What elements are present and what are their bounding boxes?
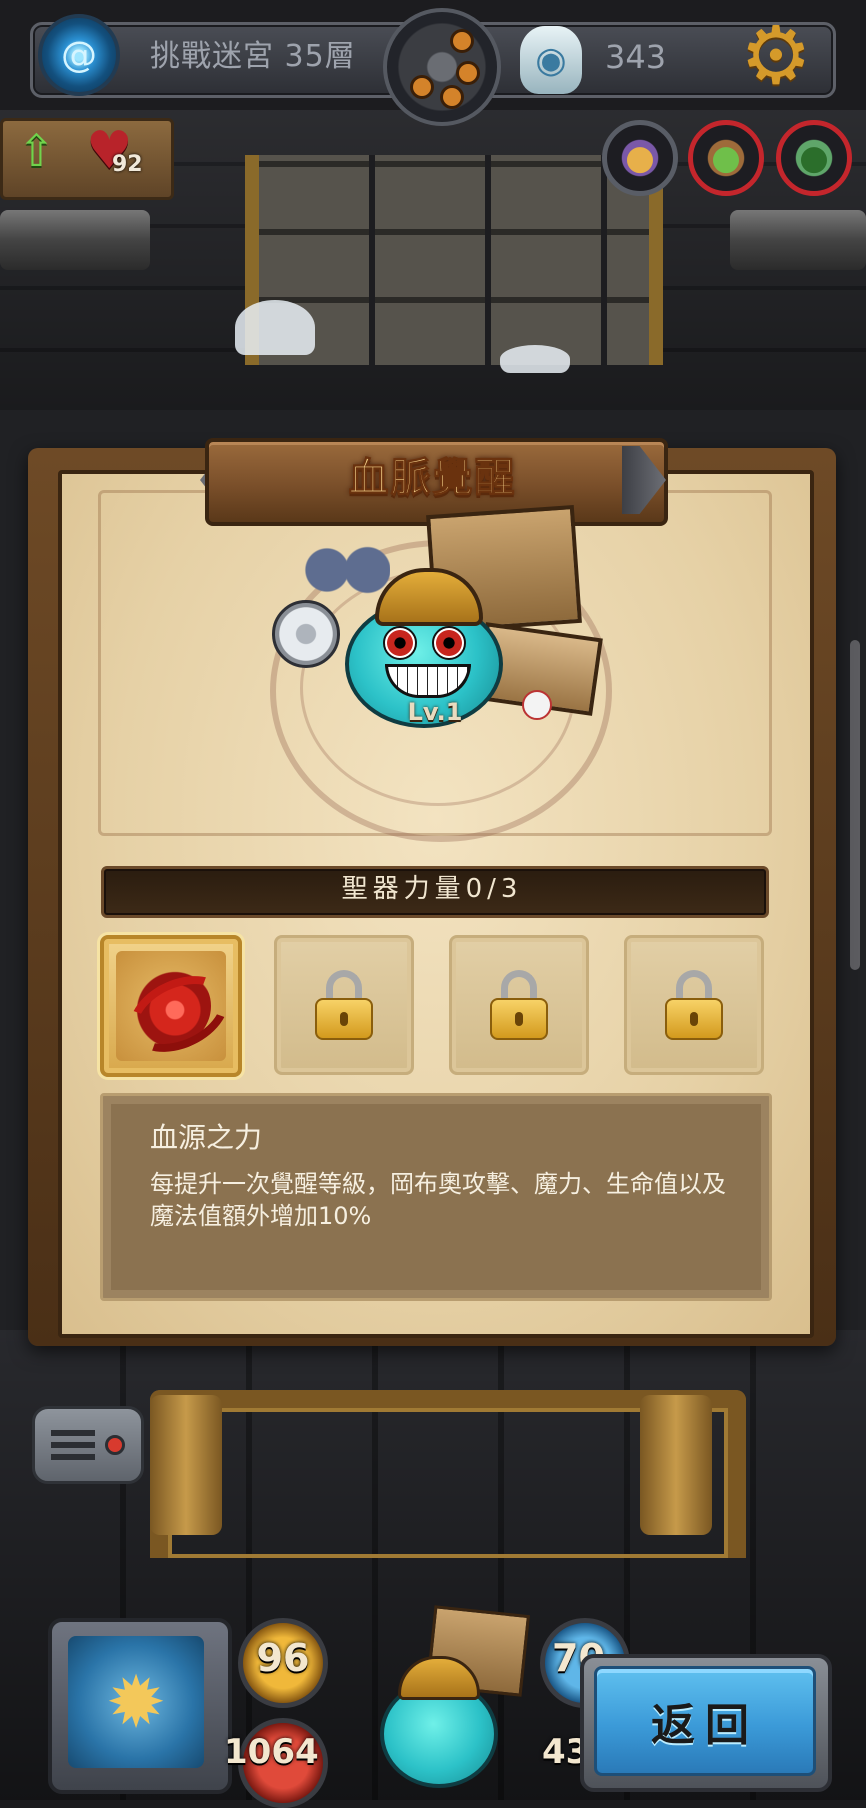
currency-count: 343 [605, 38, 667, 76]
monster-orb-1[interactable]: ● [602, 120, 678, 196]
menu-button[interactable] [32, 1406, 144, 1484]
medallion-icon[interactable] [383, 8, 501, 126]
relic-slot-4[interactable] [624, 935, 764, 1075]
blood-swirl-icon [131, 966, 211, 1046]
notification-dot [105, 1435, 125, 1455]
description-title: 血源之力 [150, 1121, 263, 1154]
settings-gear-icon[interactable]: ⚙ [732, 12, 820, 100]
hero-bike [300, 540, 390, 600]
up-arrow-icon: ⇧ [18, 126, 55, 177]
relic-slot-1[interactable] [100, 935, 242, 1077]
hero-level-label: Lv.1 [407, 698, 463, 726]
hero-eye [432, 626, 466, 660]
back-button[interactable]: 返回 [594, 1666, 816, 1776]
menu-lines-icon [51, 1430, 95, 1460]
scroll-indicator [850, 640, 860, 970]
compass-icon[interactable]: ✹ [68, 1636, 204, 1768]
floor-title: 挑戰迷宮 35層 [150, 39, 356, 74]
pipe-right [730, 210, 866, 270]
panel-title: 血脈覺醒 [348, 455, 517, 502]
attack-value: 96 [256, 1636, 310, 1680]
hero-eye [383, 626, 417, 660]
lock-icon [490, 970, 548, 1040]
monster-orb-2[interactable]: ● [688, 120, 764, 196]
relic-power-label: 聖器力量0/3 [341, 874, 523, 904]
hero-tape-roll [272, 600, 340, 668]
portal-icon[interactable]: @ [38, 14, 120, 96]
snow-pile [500, 345, 570, 373]
monster-orb-3[interactable]: ● [776, 120, 852, 196]
description-text: 每提升一次覺醒等級，岡布奧攻擊、魔力、生命值以及魔法值額外增加10% [150, 1170, 726, 1230]
relic-slot-3[interactable] [449, 935, 589, 1075]
lock-icon [665, 970, 723, 1040]
bronze-pillar-left [150, 1395, 222, 1535]
pipe-left [0, 210, 150, 270]
bronze-pillar-right [640, 1395, 712, 1535]
heart-count: 92 [112, 152, 143, 177]
lock-icon [315, 970, 373, 1040]
hero-ball [522, 690, 552, 720]
hp-value: 1064 [224, 1732, 319, 1772]
relic-slot-2[interactable] [274, 935, 414, 1075]
crystal-skull-icon: ◉ [520, 26, 582, 94]
snow-pile [235, 300, 315, 355]
